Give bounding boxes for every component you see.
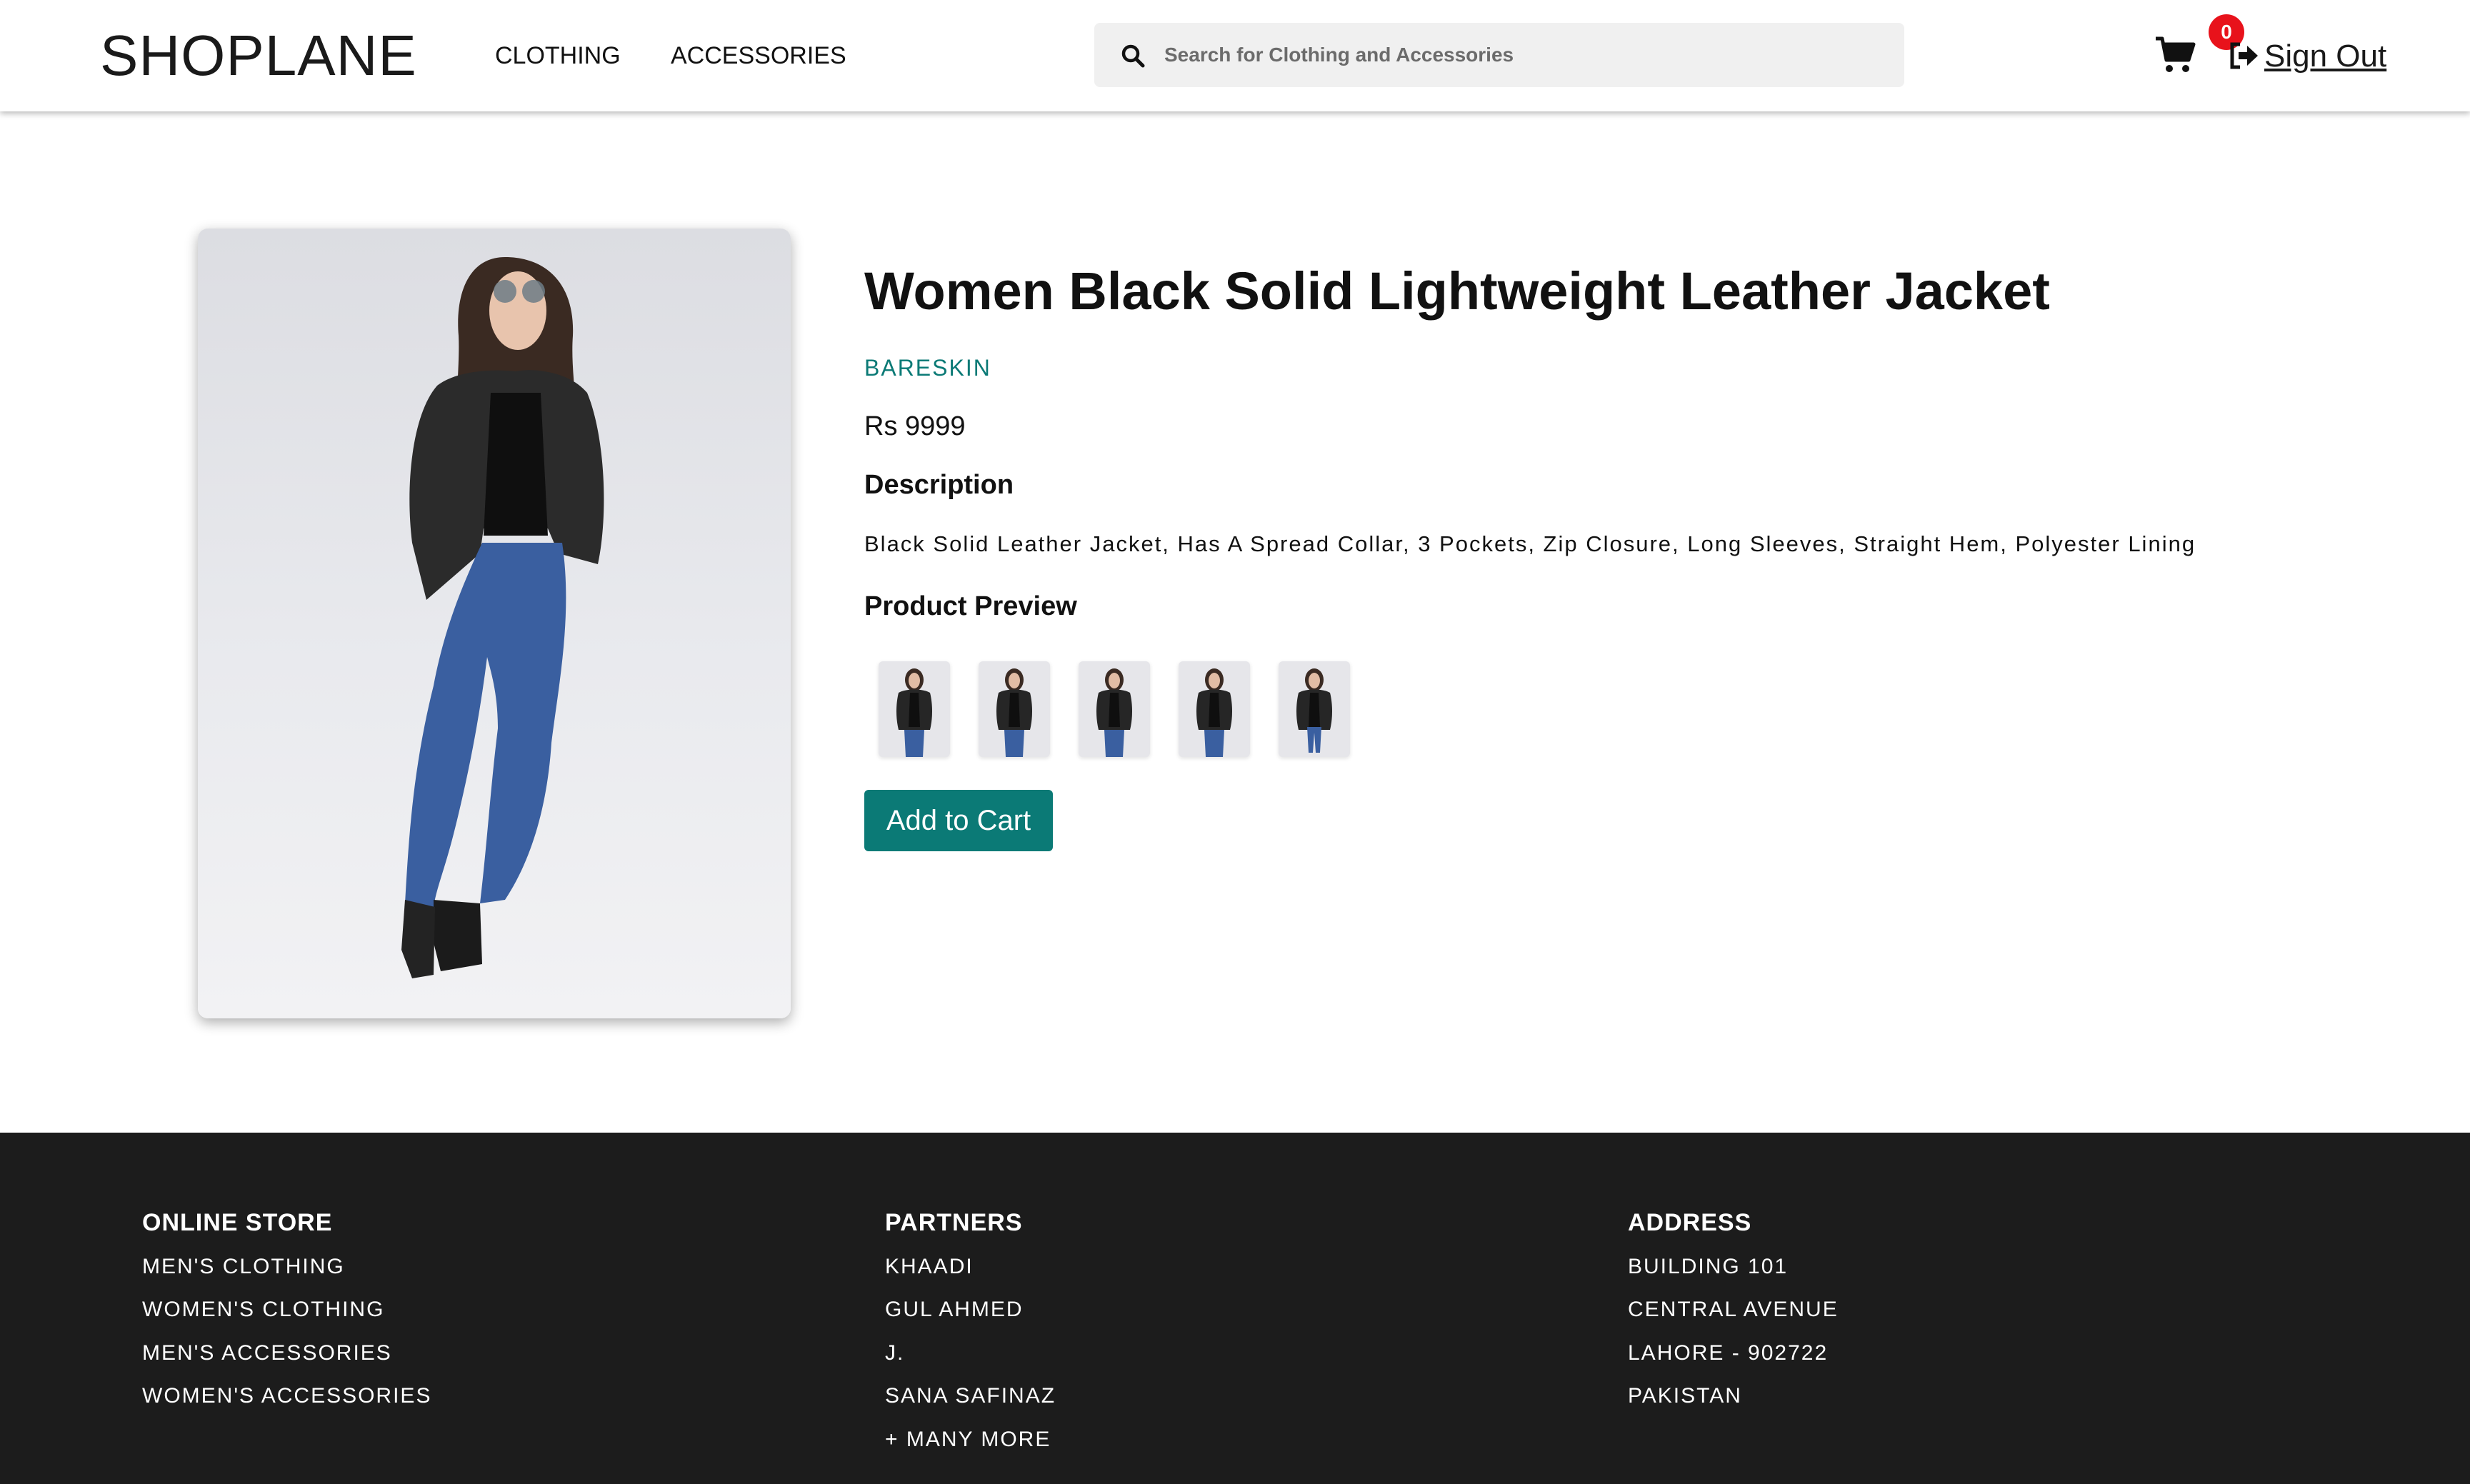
- product-price: Rs 9999: [864, 411, 966, 441]
- product-main-image: [198, 229, 791, 1018]
- product-thumbnail[interactable]: [1279, 661, 1350, 757]
- footer-heading: ONLINE STORE: [142, 1209, 333, 1236]
- sign-out-label[interactable]: Sign Out: [2264, 36, 2386, 77]
- footer-heading: ADDRESS: [1628, 1209, 1752, 1236]
- search-bar[interactable]: [1094, 23, 1904, 87]
- site-logo[interactable]: SHOPLANE: [100, 23, 417, 89]
- product-thumbnail[interactable]: [1079, 661, 1150, 757]
- footer-link[interactable]: MEN'S CLOTHING: [142, 1253, 345, 1281]
- footer-address-line: BUILDING 101: [1628, 1255, 1789, 1278]
- nav-accessories[interactable]: ACCESSORIES: [671, 40, 846, 71]
- product-description: Black Solid Leather Jacket, Has A Spread…: [864, 531, 2196, 556]
- footer-link[interactable]: WOMEN'S ACCESSORIES: [142, 1382, 431, 1410]
- product-title: Women Black Solid Lightweight Leather Ja…: [864, 261, 2050, 321]
- product-brand: BARESKIN: [864, 355, 991, 381]
- footer-address-line: LAHORE - 902722: [1628, 1341, 1829, 1365]
- footer-link[interactable]: SANA SAFINAZ: [885, 1382, 1056, 1410]
- nav-clothing[interactable]: CLOTHING: [495, 40, 621, 71]
- add-to-cart-button[interactable]: Add to Cart: [864, 790, 1053, 851]
- footer-link[interactable]: WOMEN'S CLOTHING: [142, 1295, 384, 1324]
- product-thumbnail[interactable]: [879, 661, 950, 757]
- footer-link[interactable]: KHAADI: [885, 1253, 974, 1281]
- product-preview-heading: Product Preview: [864, 591, 1077, 621]
- footer-link[interactable]: J.: [885, 1339, 904, 1368]
- footer-link[interactable]: + MANY MORE: [885, 1425, 1051, 1454]
- site-header: SHOPLANE CLOTHING ACCESSORIES 0 Sign Out: [0, 0, 2470, 111]
- search-icon[interactable]: [1120, 43, 1146, 69]
- footer-heading: PARTNERS: [885, 1209, 1023, 1236]
- description-heading: Description: [864, 470, 1014, 500]
- footer-address-line: PAKISTAN: [1628, 1384, 1742, 1408]
- model-photo: [401, 257, 604, 978]
- footer-link[interactable]: MEN'S ACCESSORIES: [142, 1339, 392, 1368]
- product-thumbnail[interactable]: [979, 661, 1050, 757]
- sign-out-icon: [2230, 42, 2258, 69]
- search-input[interactable]: [1164, 36, 1879, 74]
- footer-link[interactable]: GUL AHMED: [885, 1295, 1024, 1324]
- site-footer: ONLINE STORE MEN'S CLOTHING WOMEN'S CLOT…: [0, 1133, 2470, 1484]
- product-thumbnail[interactable]: [1179, 661, 1250, 757]
- footer-address-line: CENTRAL AVENUE: [1628, 1298, 1839, 1321]
- shopping-cart-icon[interactable]: [2154, 36, 2196, 74]
